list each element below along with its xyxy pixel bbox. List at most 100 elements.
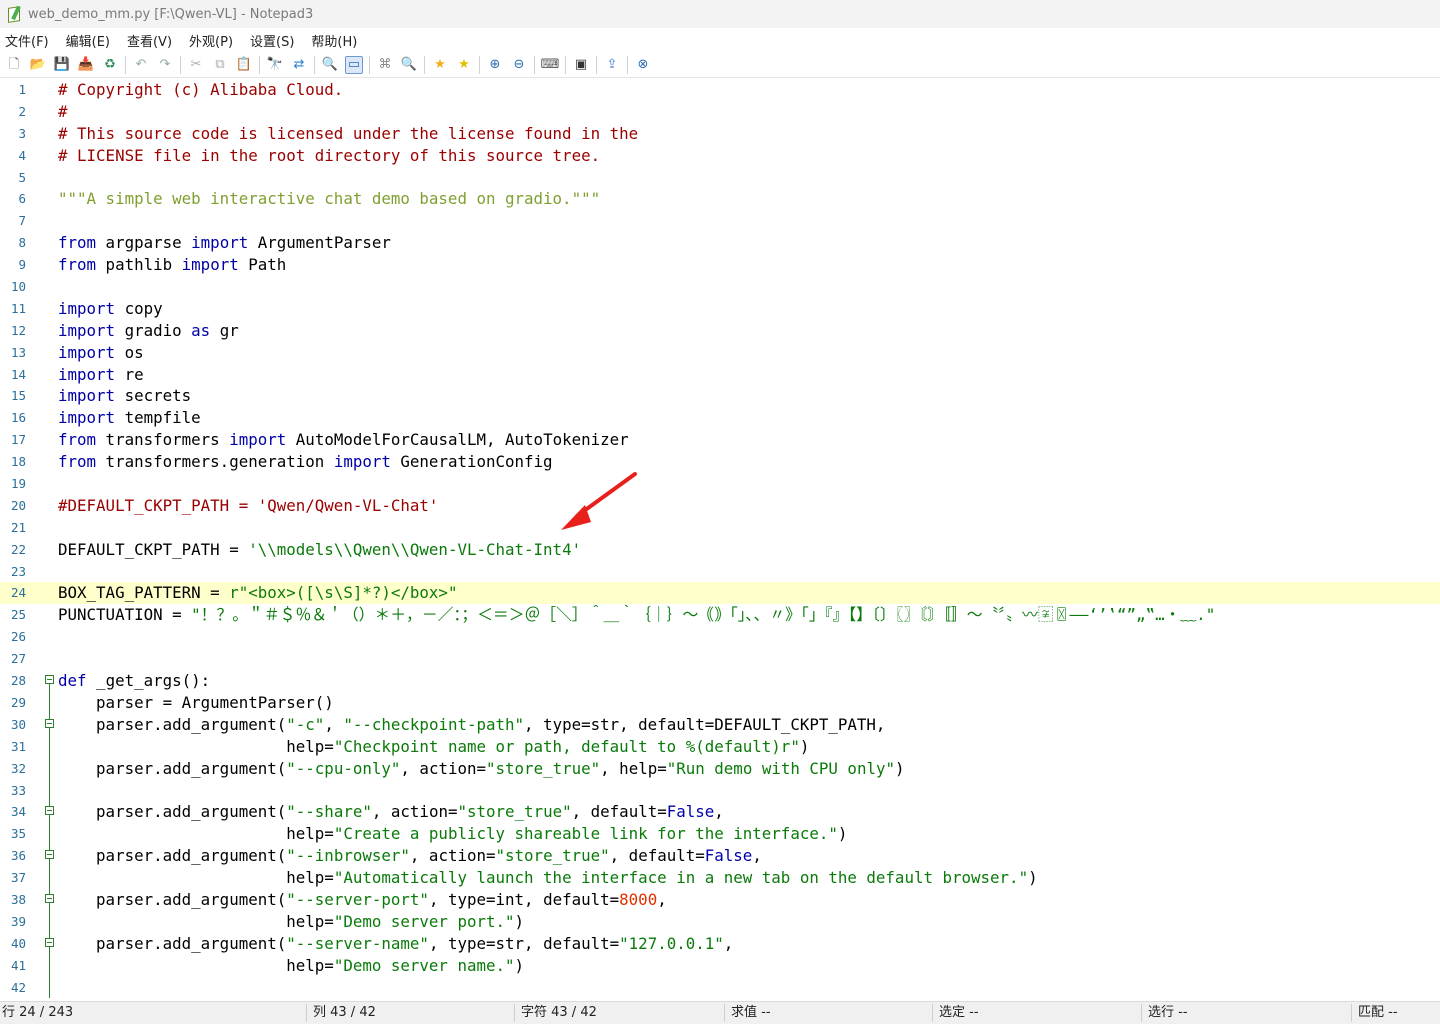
word-wrap-icon[interactable]: ▭ xyxy=(345,55,363,74)
code-line[interactable]: 13 import os xyxy=(0,342,1440,364)
line-number: 20 xyxy=(10,497,26,513)
fold-toggle-icon[interactable] xyxy=(45,675,54,685)
code-token: copy xyxy=(115,298,163,318)
code-line[interactable]: 7 xyxy=(0,210,1440,232)
code-line[interactable]: 8 from argparse import ArgumentParser xyxy=(0,232,1440,254)
code-line[interactable]: 36 parser.add_argument("--inbrowser", ac… xyxy=(0,845,1440,868)
code-line[interactable]: 20 #DEFAULT_CKPT_PATH = 'Qwen/Qwen-VL-Cha… xyxy=(0,495,1440,517)
code-line[interactable]: 15 import secrets xyxy=(0,385,1440,407)
code-line[interactable]: 32 parser.add_argument("--cpu-only", act… xyxy=(0,757,1440,780)
code-token: parser.add_argument( xyxy=(58,758,287,778)
menu-item-2[interactable]: 查看(V) xyxy=(122,31,180,50)
menu-item-5[interactable]: 帮助(H) xyxy=(306,31,365,50)
code-line[interactable]: 9 from pathlib import Path xyxy=(0,254,1440,276)
code-line[interactable]: 10 xyxy=(0,276,1440,298)
status-char[interactable]: 字符 43 / 42 xyxy=(521,1002,597,1024)
code-line[interactable]: 34 parser.add_argument("--share", action… xyxy=(0,801,1440,824)
menu-item-1[interactable]: 编辑(E) xyxy=(61,31,118,50)
code-line[interactable]: 21 xyxy=(0,517,1440,539)
code-line[interactable]: 6 """A simple web interactive chat demo b… xyxy=(0,188,1440,210)
status-column[interactable]: 列 43 / 42 xyxy=(313,1002,376,1024)
code-line[interactable]: 19 xyxy=(0,473,1440,495)
code-line[interactable]: 29 parser = ArgumentParser() xyxy=(0,691,1440,714)
code-line[interactable]: 4 # LICENSE file in the root directory of… xyxy=(0,145,1440,167)
status-match[interactable]: 匹配 -- xyxy=(1358,1002,1398,1024)
code-line[interactable]: 23 xyxy=(0,561,1440,583)
zoom-in-icon[interactable]: ⊕ xyxy=(486,56,504,74)
code-line[interactable]: 12 import gradio as gr xyxy=(0,320,1440,342)
find-icon[interactable]: 🔭 xyxy=(266,56,284,74)
code-line[interactable]: 1 # Copyright (c) Alibaba Cloud. xyxy=(0,79,1440,101)
favorite-icon[interactable]: ★ xyxy=(431,56,449,74)
copy-icon[interactable]: ⧉ xyxy=(211,56,229,74)
search-icon[interactable]: 🔍 xyxy=(400,56,418,74)
code-token: , action= xyxy=(400,758,487,778)
status-eval[interactable]: 求值 -- xyxy=(731,1002,771,1024)
undo-icon[interactable]: ↶ xyxy=(132,56,150,74)
code-line[interactable]: 18 from transformers.generation import Ge… xyxy=(0,451,1440,473)
code-editor[interactable]: 1 # Copyright (c) Alibaba Cloud. 2 #3 # This… xyxy=(0,79,1440,1001)
code-line[interactable]: 26 xyxy=(0,626,1440,648)
new-file-icon[interactable]: 🗋 xyxy=(5,56,23,74)
share-icon[interactable]: ⇪ xyxy=(603,56,621,74)
code-line[interactable]: 28 def _get_args(): xyxy=(0,670,1440,693)
open-folder-icon[interactable]: 📂 xyxy=(29,56,47,74)
fold-toggle-icon[interactable] xyxy=(45,850,54,860)
menu-item-3[interactable]: 外观(P) xyxy=(184,31,241,50)
find-in-files-icon[interactable]: 🔍 xyxy=(321,56,339,74)
code-line[interactable]: 39 help="Demo server port.") xyxy=(0,910,1440,933)
save-as-icon[interactable]: 📥 xyxy=(77,56,95,74)
code-line[interactable]: 40 parser.add_argument("--server-name", … xyxy=(0,932,1440,955)
fold-toggle-icon[interactable] xyxy=(45,806,54,816)
cut-icon[interactable]: ✂ xyxy=(187,56,205,74)
fold-toggle-icon[interactable] xyxy=(45,937,54,947)
code-line[interactable]: 35 help="Create a publicly shareable lin… xyxy=(0,823,1440,846)
add-favorite-icon[interactable]: ★ xyxy=(455,56,473,74)
fold-guide xyxy=(49,757,50,780)
close-icon[interactable]: ⊗ xyxy=(634,56,652,74)
code-line[interactable]: 2 # xyxy=(0,101,1440,123)
menu-item-0[interactable]: 文件(F) xyxy=(0,31,57,50)
toolbar-separator xyxy=(314,55,315,74)
code-line[interactable]: 25 PUNCTUATION = "！？。＂＃＄％＆＇（）＊＋，－／：；＜＝＞＠［… xyxy=(0,604,1440,626)
code-line[interactable]: 38 parser.add_argument("--server-port", … xyxy=(0,888,1440,911)
reload-icon[interactable]: ♻ xyxy=(101,56,119,74)
code-token: import xyxy=(58,364,116,384)
code-line[interactable]: 31 help="Checkpoint name or path, defaul… xyxy=(0,735,1440,758)
terminal-icon[interactable]: ▣ xyxy=(572,56,590,74)
code-line[interactable]: 42 xyxy=(0,976,1440,999)
menu-item-4[interactable]: 设置(S) xyxy=(245,31,302,50)
keyboard-icon[interactable]: ⌨ xyxy=(541,56,560,74)
toolbar-separator xyxy=(565,55,566,74)
replace-icon[interactable]: ⇄ xyxy=(290,56,308,74)
code-line[interactable]: 11 import copy xyxy=(0,298,1440,320)
status-bar: 行 24 / 243 列 43 / 42 字符 43 / 42 求值 -- 选定… xyxy=(0,1001,1440,1024)
code-line[interactable]: 30 parser.add_argument("-c", "--checkpoi… xyxy=(0,713,1440,736)
tree-icon[interactable]: ⌘ xyxy=(376,56,394,74)
code-line[interactable]: 27 xyxy=(0,648,1440,670)
redo-icon[interactable]: ↷ xyxy=(156,56,174,74)
code-line[interactable]: 22 DEFAULT_CKPT_PATH = '\\models\\Qwen\\Q… xyxy=(0,539,1440,561)
status-line[interactable]: 行 24 / 243 xyxy=(2,1002,73,1024)
code-line[interactable]: 37 help="Automatically launch the interf… xyxy=(0,867,1440,889)
line-number: 36 xyxy=(10,848,26,864)
zoom-out-icon[interactable]: ⊖ xyxy=(510,56,528,74)
code-line[interactable]: 33 xyxy=(0,779,1440,802)
fold-toggle-icon[interactable] xyxy=(45,718,54,728)
code-line[interactable]: 3 # This source code is licensed under th… xyxy=(0,123,1440,145)
paste-icon[interactable]: 📋 xyxy=(235,56,253,74)
code-token: help= xyxy=(58,911,334,931)
code-line[interactable]: 24 BOX_TAG_PATTERN = r"<box>([\s\S]*?)</b… xyxy=(0,582,1440,605)
status-selection[interactable]: 选定 -- xyxy=(939,1002,979,1024)
code-line[interactable]: 5 xyxy=(0,167,1440,189)
toolbar-separator xyxy=(479,55,480,74)
save-icon[interactable]: 💾 xyxy=(53,56,71,74)
code-line[interactable]: 41 help="Demo server name.") xyxy=(0,954,1440,977)
code-token: "127.0.0.1" xyxy=(619,933,724,953)
status-selected-lines[interactable]: 选行 -- xyxy=(1148,1002,1188,1024)
code-line[interactable]: 17 from transformers import AutoModelForC… xyxy=(0,429,1440,451)
code-line[interactable]: 16 import tempfile xyxy=(0,407,1440,429)
fold-toggle-icon[interactable] xyxy=(45,893,54,903)
code-line[interactable]: 14 import re xyxy=(0,364,1440,386)
code-token: tempfile xyxy=(115,408,201,428)
